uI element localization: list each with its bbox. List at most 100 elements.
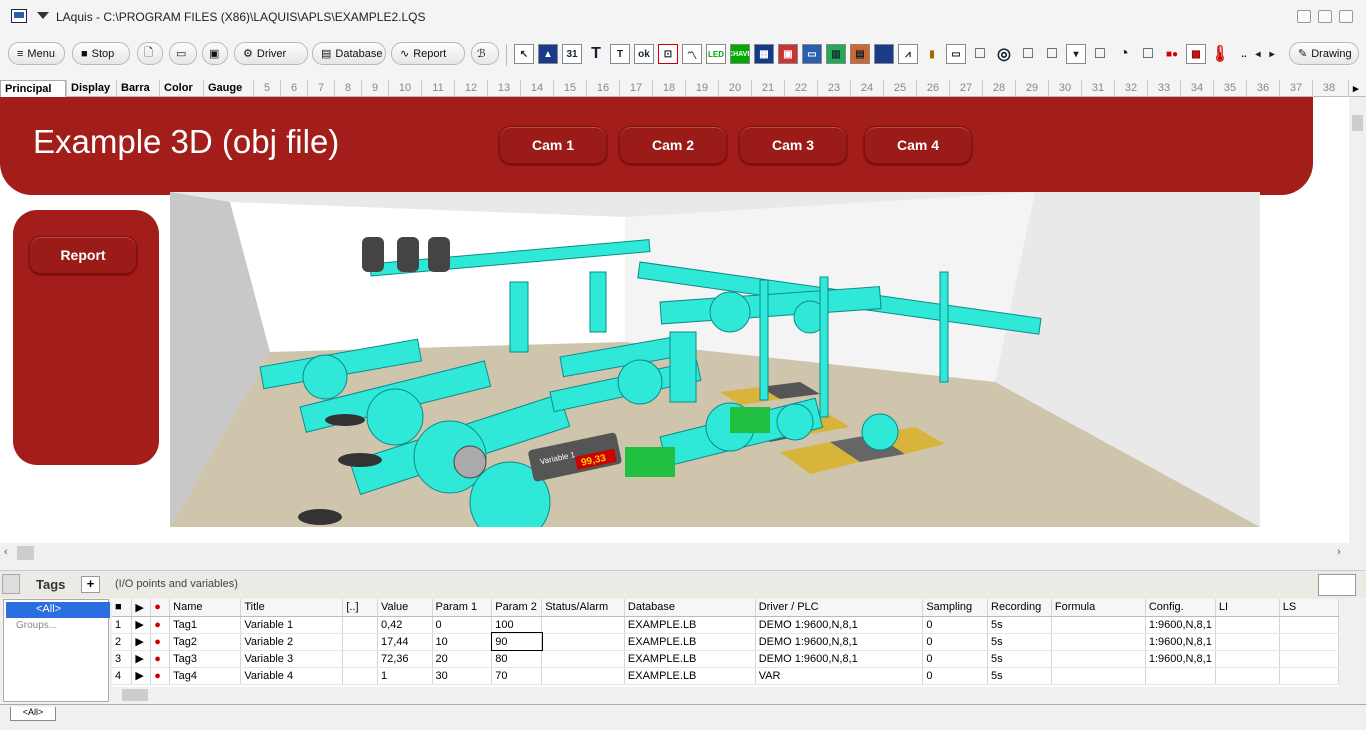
tank-tool-icon[interactable]: ▮ bbox=[922, 44, 942, 64]
status-alarm-cell[interactable] bbox=[541, 650, 625, 668]
tab-8[interactable]: 8 bbox=[334, 80, 361, 97]
column-header-title[interactable]: Title bbox=[240, 599, 344, 617]
tag-expand-cell[interactable] bbox=[342, 633, 378, 651]
table-row[interactable]: 1 ▶ ● Tag1 Variable 1 0,42 0 100 EXAMPLE.LB DEMO … bbox=[112, 616, 1339, 634]
column-header-status-alarm[interactable]: Status/Alarm bbox=[541, 599, 625, 617]
column-header-name[interactable]: Name bbox=[169, 599, 242, 617]
tab-5[interactable]: 5 bbox=[253, 80, 280, 97]
tag-expand-cell[interactable] bbox=[342, 667, 378, 685]
tab-all[interactable]: <All> bbox=[10, 707, 56, 721]
scroll-left-arrow-icon[interactable]: ‹ bbox=[4, 546, 8, 558]
param2-cell[interactable]: 100 bbox=[491, 616, 543, 634]
param2-cell[interactable]: 70 bbox=[491, 667, 543, 685]
3d-scene-view[interactable]: Variable 1 99,33 bbox=[170, 192, 1260, 527]
alarm-tool-icon[interactable]: ▣ bbox=[778, 44, 798, 64]
tag-name-cell[interactable]: Tag2 bbox=[169, 633, 242, 651]
tab-38[interactable]: 38 bbox=[1312, 80, 1345, 97]
row-number-cell[interactable]: 2 bbox=[112, 633, 133, 651]
scroll-right-arrow-icon[interactable]: › bbox=[1337, 546, 1341, 558]
tab-23[interactable]: 23 bbox=[817, 80, 850, 97]
tab-27[interactable]: 27 bbox=[949, 80, 982, 97]
canvas-horizontal-scrollbar[interactable]: ‹ › bbox=[0, 543, 1349, 563]
param1-cell[interactable]: 0 bbox=[432, 616, 493, 634]
param2-cell[interactable]: 90 bbox=[490, 632, 543, 651]
status-alarm-cell[interactable] bbox=[541, 667, 625, 685]
menu-button[interactable]: ≡ Menu bbox=[8, 42, 65, 65]
column-header-formula[interactable]: Formula bbox=[1051, 599, 1146, 617]
matrix-tool-icon[interactable]: ▩ bbox=[1186, 44, 1206, 64]
minimize-button[interactable] bbox=[1297, 10, 1311, 23]
tag-value-cell[interactable]: 72,36 bbox=[377, 650, 433, 668]
tag-value-cell[interactable]: 0,42 bbox=[377, 616, 433, 634]
grid-view-icon[interactable] bbox=[1318, 574, 1356, 596]
thermometer-tool-icon[interactable]: 🌡 bbox=[1210, 44, 1230, 64]
report-panel-button[interactable]: Report bbox=[29, 236, 137, 274]
row-number-cell[interactable]: 3 bbox=[112, 650, 133, 668]
tab-barra[interactable]: Barra bbox=[116, 80, 159, 97]
small-text-tool-icon[interactable]: T bbox=[610, 44, 630, 64]
config-cell[interactable]: 1:9600,N,8,1 bbox=[1145, 650, 1216, 668]
tag-title-cell[interactable]: Variable 1 bbox=[240, 616, 344, 634]
tab-18[interactable]: 18 bbox=[652, 80, 685, 97]
switch-tool-icon[interactable]: CHAVE bbox=[730, 44, 750, 64]
tag-expand-cell[interactable] bbox=[342, 650, 378, 668]
button-tool-icon[interactable]: ok bbox=[634, 44, 654, 64]
tab-16[interactable]: 16 bbox=[586, 80, 619, 97]
tag-value-cell[interactable]: 17,44 bbox=[377, 633, 433, 651]
dial-tool-icon[interactable]: ◎ bbox=[994, 44, 1014, 64]
scroll-left-icon[interactable]: ◂ bbox=[1252, 44, 1264, 64]
tab-32[interactable]: 32 bbox=[1114, 80, 1147, 97]
tab-7[interactable]: 7 bbox=[307, 80, 334, 97]
table-vertical-scrollbar[interactable] bbox=[1339, 599, 1356, 687]
tag-expand-cell[interactable] bbox=[342, 616, 378, 634]
frame-tool-icon[interactable]: □ bbox=[1018, 44, 1038, 64]
panel-tool-icon[interactable]: ▦ bbox=[754, 44, 774, 64]
tab-14[interactable]: 14 bbox=[520, 80, 553, 97]
recording-cell[interactable]: 5s bbox=[987, 633, 1052, 651]
graph-tool-icon[interactable]: ⩘ bbox=[898, 44, 918, 64]
digital-display-icon[interactable]: 31 bbox=[562, 44, 582, 64]
run-button-cell[interactable]: ▶ bbox=[131, 616, 152, 634]
sampling-cell[interactable]: 0 bbox=[922, 616, 989, 634]
square-tool-icon[interactable]: □ bbox=[1090, 44, 1110, 64]
li-cell[interactable] bbox=[1215, 667, 1280, 685]
maximize-button[interactable] bbox=[1318, 10, 1332, 23]
color-block-tool-icon[interactable] bbox=[874, 44, 894, 64]
database-button[interactable]: ▤ Database bbox=[312, 42, 386, 65]
column-header-value[interactable]: Value bbox=[377, 599, 433, 617]
driver-button[interactable]: ⚙ Driver bbox=[234, 42, 308, 65]
run-button-cell[interactable]: ▶ bbox=[131, 633, 152, 651]
database-cell[interactable]: EXAMPLE.LB bbox=[624, 633, 756, 651]
table-horizontal-scrollbar[interactable] bbox=[112, 687, 1339, 704]
dropdown-tool-icon[interactable]: ▾ bbox=[1066, 44, 1086, 64]
tab-25[interactable]: 25 bbox=[883, 80, 916, 97]
tab-26[interactable]: 26 bbox=[916, 80, 949, 97]
table-row[interactable]: 4 ▶ ● Tag4 Variable 4 1 30 70 EXAMPLE.LB VAR 0 5s bbox=[112, 667, 1339, 685]
tab-24[interactable]: 24 bbox=[850, 80, 883, 97]
formula-cell[interactable] bbox=[1051, 616, 1146, 634]
tab-10[interactable]: 10 bbox=[388, 80, 421, 97]
tab-21[interactable]: 21 bbox=[751, 80, 784, 97]
column-header-database[interactable]: Database bbox=[624, 599, 756, 617]
tag-title-cell[interactable]: Variable 4 bbox=[240, 667, 344, 685]
ls-cell[interactable] bbox=[1279, 616, 1339, 634]
collapse-panel-button[interactable] bbox=[2, 574, 20, 594]
driver-plc-cell[interactable]: DEMO 1:9600,N,8,1 bbox=[755, 650, 924, 668]
driver-plc-cell[interactable]: DEMO 1:9600,N,8,1 bbox=[755, 616, 924, 634]
status-alarm-cell[interactable] bbox=[541, 633, 625, 651]
row-number-cell[interactable]: 4 bbox=[112, 667, 133, 685]
open-file-button[interactable]: ▭ bbox=[169, 42, 197, 65]
image-tool-icon[interactable]: ▲ bbox=[538, 44, 558, 64]
box-tool-icon[interactable]: □ bbox=[1042, 44, 1062, 64]
tab-34[interactable]: 34 bbox=[1180, 80, 1213, 97]
shapes-tool-icon[interactable]: ■● bbox=[1162, 44, 1182, 64]
column-header-param-1[interactable]: Param 1 bbox=[432, 599, 493, 617]
database-cell[interactable]: EXAMPLE.LB bbox=[624, 616, 756, 634]
tab-15[interactable]: 15 bbox=[553, 80, 586, 97]
rectangle-tool-icon[interactable]: □ bbox=[970, 44, 990, 64]
tab-17[interactable]: 17 bbox=[619, 80, 652, 97]
stop-button[interactable]: ■ Stop bbox=[72, 42, 130, 65]
sampling-cell[interactable]: 0 bbox=[922, 650, 989, 668]
recording-cell[interactable]: 5s bbox=[987, 616, 1052, 634]
chart-tool-icon[interactable]: 〽 bbox=[682, 44, 702, 64]
